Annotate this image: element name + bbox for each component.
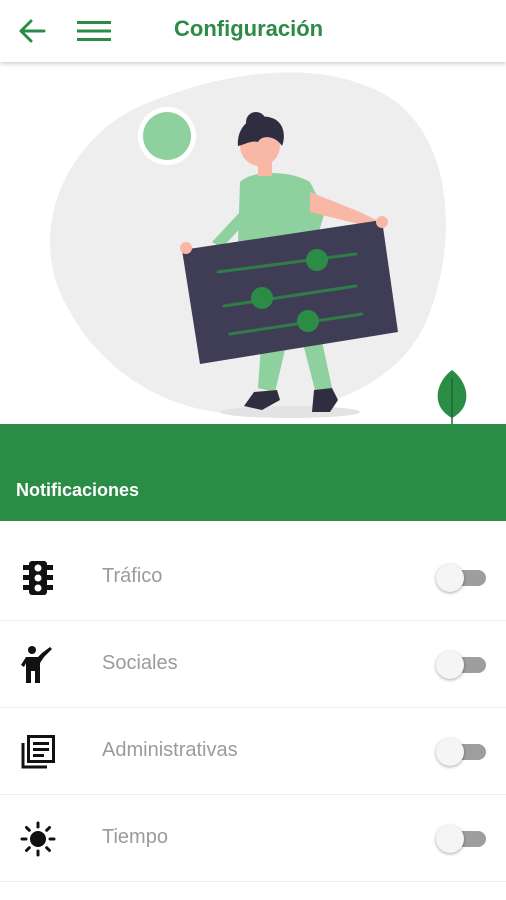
- toggle-thumb: [436, 651, 464, 679]
- person-waving-icon: [18, 645, 58, 685]
- toggle-thumb: [436, 738, 464, 766]
- trafico-toggle[interactable]: [436, 564, 490, 592]
- menu-button[interactable]: [74, 13, 114, 49]
- sociales-toggle[interactable]: [436, 651, 490, 679]
- list-item-sociales[interactable]: Sociales: [0, 621, 506, 708]
- app-bar: Configuración: [0, 0, 506, 62]
- tiempo-toggle[interactable]: [436, 825, 490, 853]
- hamburger-menu-icon: [77, 21, 111, 41]
- traffic-light-icon: [18, 558, 58, 598]
- sun-icon: [18, 819, 58, 859]
- notifications-section-header: Notificaciones: [0, 424, 506, 521]
- list-item-label: Administrativas: [102, 739, 238, 761]
- back-button[interactable]: [14, 13, 50, 49]
- administrativas-toggle[interactable]: [436, 738, 490, 766]
- list-item-label: Sociales: [102, 652, 178, 674]
- list-item-trafico[interactable]: Tráfico: [0, 534, 506, 621]
- toggle-thumb: [436, 564, 464, 592]
- arrow-left-icon: [19, 19, 46, 43]
- newspaper-icon: [18, 732, 58, 772]
- section-title: Notificaciones: [16, 480, 140, 500]
- toggle-thumb: [436, 825, 464, 853]
- list-item-administrativas[interactable]: Administrativas: [0, 708, 506, 795]
- leaf-graphic: [437, 370, 467, 424]
- list-item-tiempo[interactable]: Tiempo: [0, 795, 506, 882]
- notifications-list: Tráfico Sociales Administrativas Tiempo: [0, 534, 506, 882]
- hero-illustration: [0, 62, 506, 424]
- list-item-label: Tráfico: [102, 565, 163, 587]
- page-title: Configuración: [174, 16, 324, 41]
- list-item-label: Tiempo: [102, 826, 168, 848]
